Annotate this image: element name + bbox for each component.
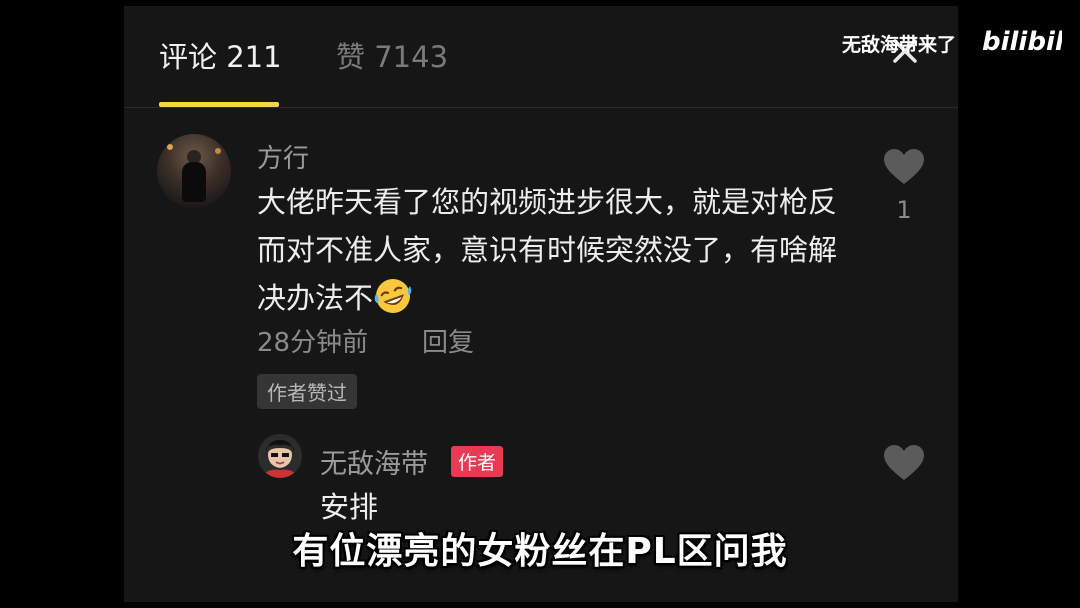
video-watermark: 无敌海带来了 — [842, 34, 957, 56]
comment-username[interactable]: 方行 — [257, 138, 309, 175]
video-subtitle: 有位漂亮的女粉丝在PL区问我 — [292, 531, 788, 572]
author-avatar[interactable] — [258, 434, 302, 478]
comment-tabs: 评论 211 赞 7143 — [124, 6, 958, 108]
like-count: 1 — [896, 196, 912, 224]
comment-timestamp: 28分钟前 — [257, 328, 369, 358]
reply-username[interactable]: 无敌海带 — [320, 442, 428, 481]
reply-text: 安排 — [320, 490, 379, 524]
laughing-emoji-icon — [373, 276, 413, 316]
author-liked-badge: 作者赞过 — [257, 374, 357, 409]
reply-button[interactable]: 回复 — [422, 322, 474, 359]
author-badge: 作者 — [451, 446, 504, 477]
bilibili-logo: bilibili — [982, 27, 1062, 57]
comment-text-body: 大佬昨天看了您的视频进步很大，就是对枪反而对不准人家，意识有时候突然没了，有啥解… — [257, 185, 838, 315]
comment-text: 大佬昨天看了您的视频进步很大，就是对枪反而对不准人家，意识有时候突然没了，有啥解… — [257, 178, 847, 322]
active-tab-indicator — [159, 102, 279, 107]
heart-icon[interactable] — [883, 148, 925, 186]
svg-text:bilibili: bilibili — [982, 27, 1062, 57]
tab-comments[interactable]: 评论 211 — [159, 34, 282, 76]
avatar[interactable] — [157, 134, 231, 208]
reply-heart-icon[interactable] — [883, 444, 925, 482]
tab-likes[interactable]: 赞 7143 — [336, 34, 448, 76]
comments-panel: 评论 211 赞 7143 方行 大佬昨天看了您的视频进步很大，就是对枪反而对不… — [124, 6, 958, 602]
